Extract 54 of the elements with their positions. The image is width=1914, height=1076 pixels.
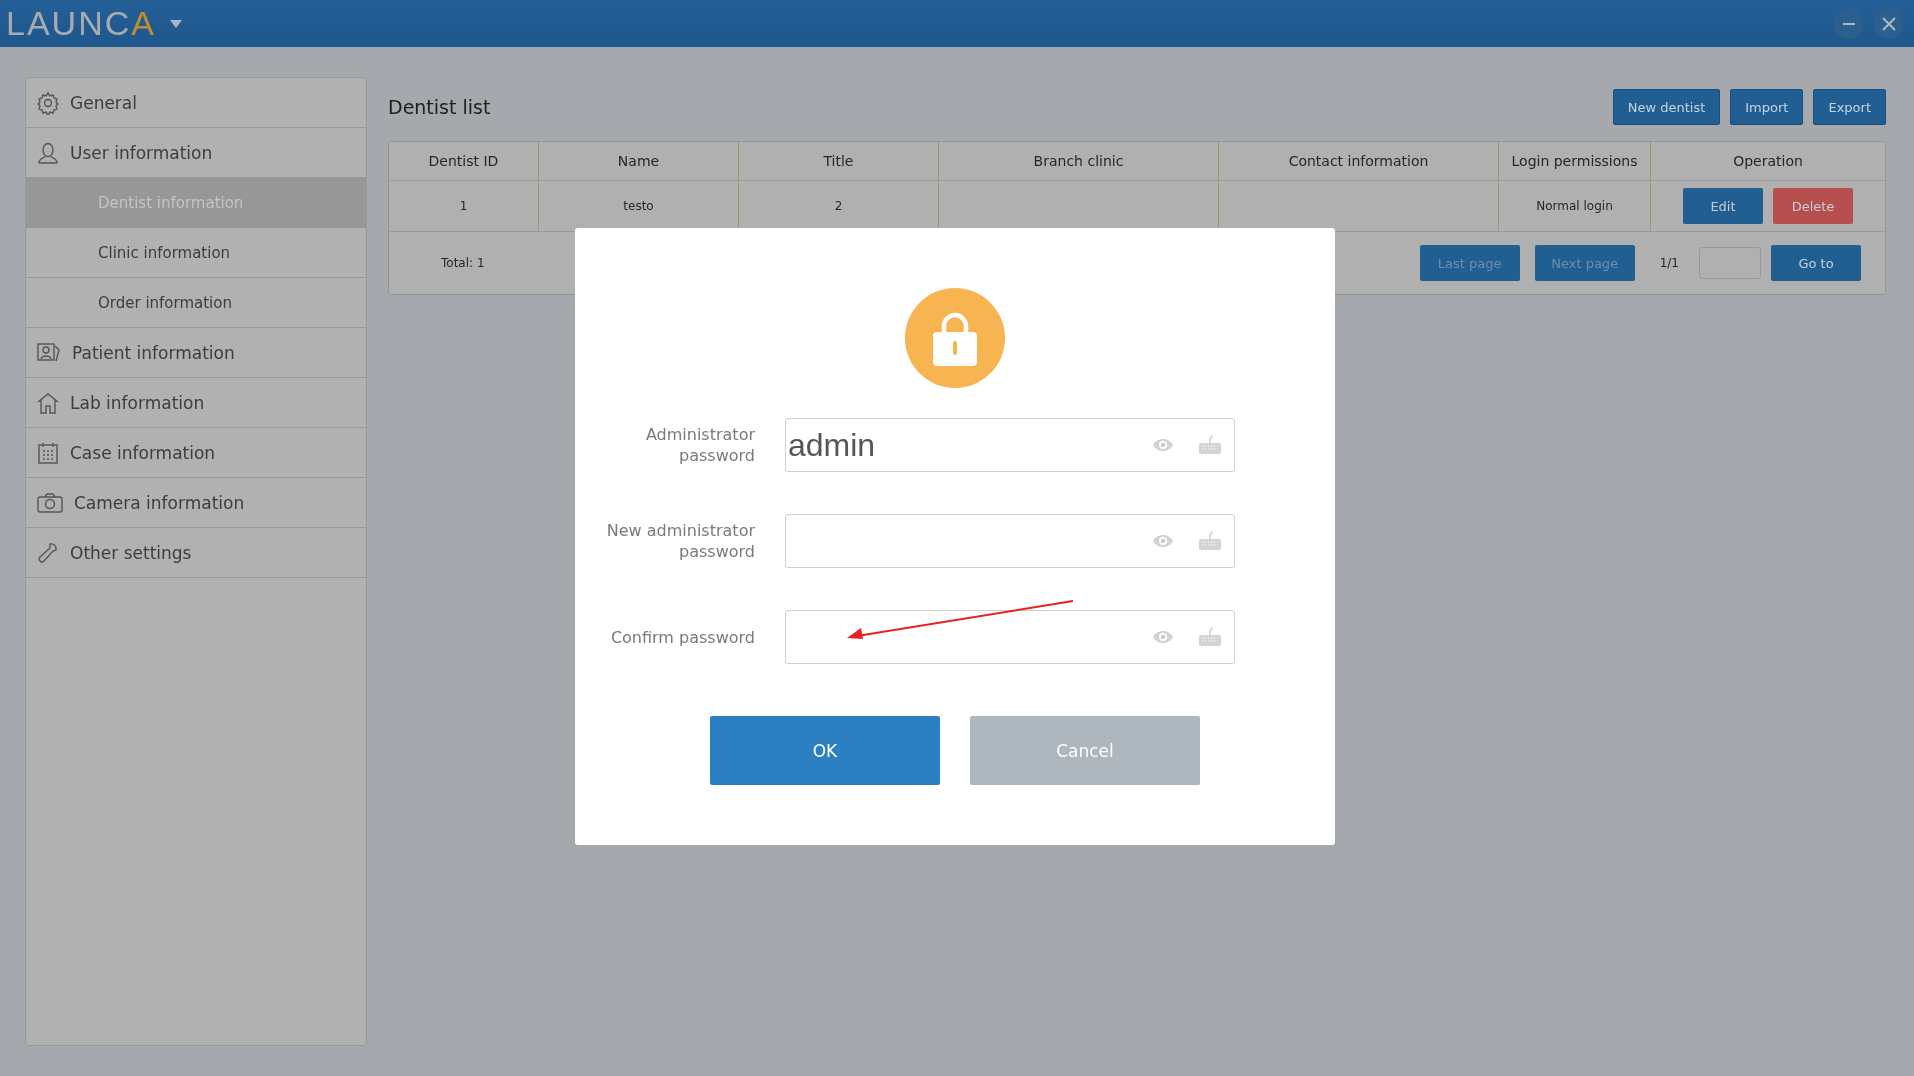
field-label: Administrator password [644, 424, 755, 466]
calendar-icon [36, 440, 60, 465]
sidebar-subitem[interactable]: Order information [26, 278, 366, 328]
password-field[interactable] [785, 514, 1235, 568]
keyboard-icon[interactable] [1198, 627, 1222, 647]
goto-button[interactable]: Go to [1771, 245, 1861, 281]
field-label: New administrator password [605, 520, 755, 562]
action-button[interactable]: New dentist [1612, 89, 1721, 125]
minimize-icon [1843, 22, 1855, 25]
table-cell: 2 [834, 199, 843, 213]
table-cell: testo [623, 199, 654, 213]
column-header: Title [739, 142, 939, 180]
sidebar-item[interactable]: Camera information [26, 478, 366, 528]
column-header: Contact information [1219, 142, 1499, 180]
house-icon [36, 390, 60, 415]
close-icon [1882, 16, 1896, 31]
sidebar-subitem[interactable]: Clinic information [26, 228, 366, 278]
total-count: Total: 1 [441, 256, 485, 270]
wrench-icon [36, 540, 60, 565]
sidebar-item[interactable]: Patient information [26, 328, 366, 378]
minimize-button[interactable] [1834, 8, 1864, 39]
sidebar-item[interactable]: Lab information [26, 378, 366, 428]
logo: LAUNCA [6, 4, 156, 43]
keyboard-icon[interactable] [1198, 531, 1222, 551]
action-button[interactable]: Import [1730, 89, 1804, 125]
password-field[interactable] [785, 610, 1235, 664]
table-cell: 1 [459, 199, 468, 213]
column-header: Branch clinic [939, 142, 1219, 180]
close-button[interactable] [1874, 8, 1904, 39]
page-indicator: 1/1 [1659, 256, 1679, 270]
delete-button[interactable]: Delete [1773, 188, 1853, 224]
column-header: Dentist ID [389, 142, 539, 180]
ok-button[interactable]: OK [710, 716, 940, 785]
table-cell: Normal login [1536, 199, 1613, 213]
sidebar-item[interactable]: Other settings [26, 528, 366, 578]
lock-icon [905, 288, 1005, 388]
password-field[interactable]: admin [785, 418, 1235, 472]
action-button[interactable]: Export [1813, 89, 1886, 125]
field-label: Confirm password [609, 626, 755, 648]
column-header: Login permissions [1499, 142, 1651, 180]
eye-icon[interactable] [1152, 630, 1174, 644]
settings-icon [36, 90, 60, 115]
edit-button[interactable]: Edit [1683, 188, 1763, 224]
eye-icon[interactable] [1152, 438, 1174, 452]
page-title: Dentist list [388, 96, 492, 118]
sidebar-item[interactable]: General [26, 78, 366, 128]
column-header: Name [539, 142, 739, 180]
sidebar-item[interactable]: Case information [26, 428, 366, 478]
eye-icon[interactable] [1152, 534, 1174, 548]
camera-icon [36, 490, 64, 515]
keyboard-icon[interactable] [1198, 435, 1222, 455]
caret-icon[interactable] [169, 19, 182, 28]
column-header: Operation [1732, 152, 1804, 171]
person-icon [36, 140, 60, 165]
